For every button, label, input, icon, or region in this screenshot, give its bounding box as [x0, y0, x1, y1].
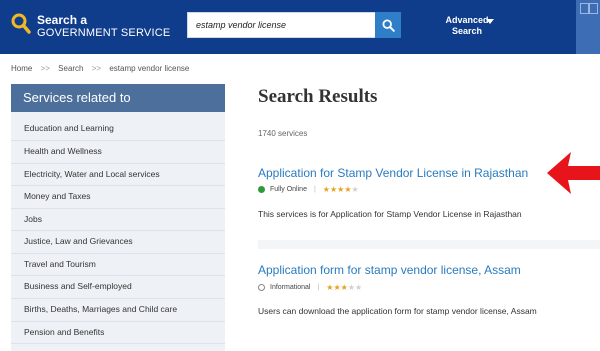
- star-filled-icon: ★: [340, 283, 348, 292]
- sidebar-item-jobs[interactable]: Jobs: [24, 214, 42, 224]
- sidebar-item-pension[interactable]: Pension and Benefits: [24, 327, 104, 337]
- search-input[interactable]: [187, 12, 375, 38]
- divider: [11, 230, 225, 231]
- divider: [11, 343, 225, 344]
- divider: [11, 298, 225, 299]
- results-count: 1740 services: [258, 129, 308, 138]
- result-separator: [258, 240, 600, 249]
- header-decoration: [576, 0, 600, 54]
- breadcrumb-current: estamp vendor license: [109, 64, 190, 73]
- divider: [11, 208, 225, 209]
- breadcrumb-separator: >>: [40, 64, 50, 73]
- status-badge: Fully Online: [270, 186, 307, 193]
- result-description: This services is for Application for Sta…: [258, 209, 522, 219]
- informational-status-icon: [258, 284, 265, 291]
- star-filled-icon: ★: [322, 185, 330, 194]
- breadcrumb-home[interactable]: Home: [11, 64, 32, 73]
- sidebar-item-births-deaths[interactable]: Births, Deaths, Marriages and Child care: [24, 304, 177, 314]
- divider: [11, 253, 225, 254]
- divider: [11, 140, 225, 141]
- divider: [11, 163, 225, 164]
- result-title-link[interactable]: Application for Stamp Vendor License in …: [258, 166, 528, 180]
- result-title-link[interactable]: Application form for stamp vendor licens…: [258, 263, 521, 277]
- advanced-search-line2: Search: [451, 26, 483, 36]
- meta-separator: |: [313, 186, 316, 193]
- sidebar-item-education[interactable]: Education and Learning: [24, 123, 114, 133]
- red-arrow-icon: [547, 152, 600, 194]
- result-meta: Informational | ★★★★★: [258, 283, 362, 292]
- breadcrumb-separator: >>: [91, 64, 102, 73]
- sidebar-item-health[interactable]: Health and Wellness: [24, 146, 102, 156]
- star-empty-icon: ★: [347, 283, 355, 292]
- sidebar-item-business[interactable]: Business and Self-employed: [24, 281, 132, 291]
- star-rating: ★★★★★: [323, 185, 359, 194]
- search-button[interactable]: [375, 12, 401, 38]
- brand-title[interactable]: Search a: [37, 13, 87, 27]
- chevron-down-icon[interactable]: [486, 19, 494, 24]
- sidebar-title: Services related to: [11, 84, 225, 112]
- star-empty-icon: ★: [354, 283, 363, 292]
- star-rating: ★★★★★: [326, 283, 362, 292]
- divider: [11, 321, 225, 322]
- page-title: Search Results: [258, 86, 378, 107]
- meta-separator: |: [317, 284, 320, 291]
- search-icon: [381, 18, 395, 32]
- divider: [11, 185, 225, 186]
- sidebar-categories: Education and Learning Health and Wellne…: [11, 112, 225, 351]
- magnifier-icon[interactable]: [11, 13, 31, 35]
- divider: [11, 275, 225, 276]
- online-status-icon: [258, 186, 265, 193]
- star-filled-icon: ★: [333, 283, 341, 292]
- result-description: Users can download the application form …: [258, 306, 537, 316]
- brand-subtitle[interactable]: GOVERNMENT SERVICE: [37, 27, 170, 39]
- sidebar-item-travel[interactable]: Travel and Tourism: [24, 259, 96, 269]
- sidebar-item-utilities[interactable]: Electricity, Water and Local services: [24, 169, 160, 179]
- breadcrumb-search[interactable]: Search: [58, 64, 83, 73]
- star-empty-icon: ★: [351, 185, 359, 194]
- breadcrumb: Home >> Search >> estamp vendor license: [11, 64, 189, 73]
- sidebar-item-justice[interactable]: Justice, Law and Grievances: [24, 236, 133, 246]
- status-badge: Informational: [270, 284, 311, 291]
- sidebar-item-money-taxes[interactable]: Money and Taxes: [24, 191, 90, 201]
- top-header: Search a GOVERNMENT SERVICE Advanced Sea…: [0, 0, 600, 54]
- result-meta: Fully Online | ★★★★★: [258, 185, 359, 194]
